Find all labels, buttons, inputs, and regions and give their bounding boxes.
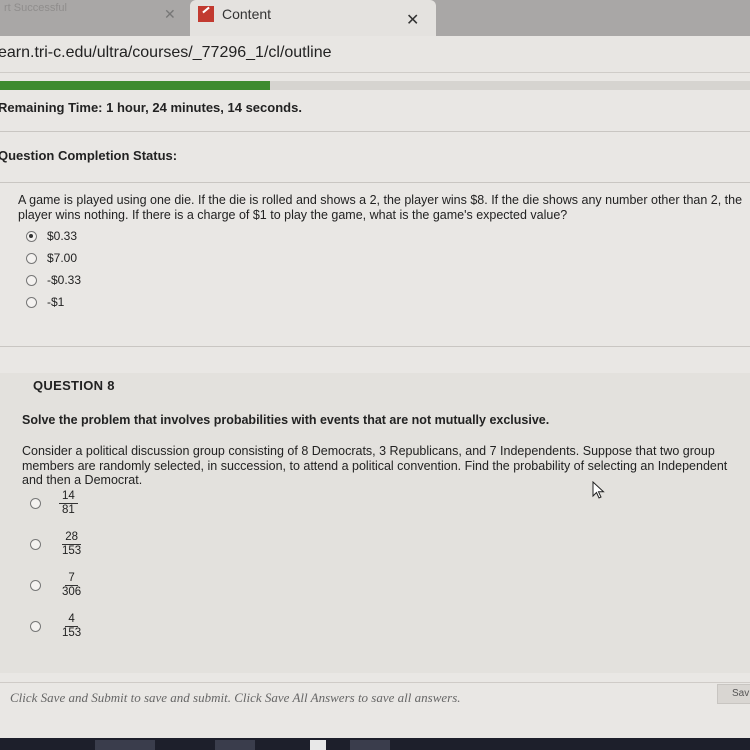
fraction-denominator: 153 <box>62 627 82 639</box>
fraction-numerator: 4 <box>65 613 78 627</box>
q8-option-3-radio[interactable] <box>30 580 41 591</box>
close-icon[interactable]: ✕ <box>406 10 419 30</box>
q7-option-3-radio[interactable] <box>26 274 37 286</box>
q8-option-4-radio[interactable] <box>30 621 41 632</box>
q7-option-2-label: $7.00 <box>47 251 78 265</box>
fraction-denominator: 153 <box>62 545 82 557</box>
remaining-time: Remaining Time: 1 hour, 24 minutes, 14 s… <box>0 100 302 115</box>
q7-option-2-radio[interactable] <box>26 252 37 264</box>
q7-option-4[interactable]: -$1 <box>26 295 64 309</box>
q8-option-2-fraction: 28 153 <box>59 531 84 558</box>
q8-option-1-radio[interactable] <box>30 498 41 509</box>
divider <box>0 682 750 683</box>
close-icon[interactable]: ✕ <box>164 6 176 23</box>
remaining-time-value: 1 hour, 24 minutes, 14 seconds. <box>106 100 302 115</box>
submit-instructions: Click Save and Submit to save and submit… <box>10 690 461 705</box>
save-all-answers-button[interactable]: Sav <box>717 684 750 704</box>
q8-option-4-fraction: 4 153 <box>59 613 84 640</box>
completion-status: Question Completion Status: <box>0 148 178 163</box>
q7-option-1-radio[interactable] <box>26 230 37 242</box>
q7-option-4-radio[interactable] <box>26 296 37 308</box>
q7-option-3[interactable]: -$0.33 <box>26 273 81 287</box>
fraction-numerator: 7 <box>65 572 78 586</box>
divider <box>0 131 750 132</box>
tab-content[interactable]: Content ✕ <box>190 0 436 36</box>
q8-option-3-fraction: 7 306 <box>59 572 84 599</box>
address-bar[interactable]: earn.tri-c.edu/ultra/courses/_77296_1/cl… <box>0 36 750 73</box>
test-progress-fill <box>0 81 270 90</box>
os-taskbar <box>0 738 750 750</box>
q8-option-2[interactable]: 28 153 <box>30 531 84 558</box>
q8-option-1-fraction: 14 81 <box>59 490 78 517</box>
fraction-denominator: 306 <box>62 586 82 598</box>
tab-previous[interactable]: rt Successful ✕ <box>0 0 190 30</box>
taskbar-item[interactable] <box>215 740 255 750</box>
question-8-text: Consider a political discussion group co… <box>22 444 728 487</box>
blackboard-favicon-icon <box>198 6 214 22</box>
q8-option-3[interactable]: 7 306 <box>30 572 84 599</box>
taskbar-item[interactable] <box>350 740 390 750</box>
q8-option-4[interactable]: 4 153 <box>30 613 84 640</box>
q7-option-1-label: $0.33 <box>47 229 78 243</box>
q8-option-1[interactable]: 14 81 <box>30 490 78 517</box>
fraction-numerator: 28 <box>62 531 81 545</box>
divider <box>0 346 750 347</box>
taskbar-item[interactable] <box>95 740 155 750</box>
question-8-instruction: Solve the problem that involves probabil… <box>22 413 550 427</box>
question-8-title: QUESTION 8 <box>33 378 115 393</box>
url-text[interactable]: earn.tri-c.edu/ultra/courses/_77296_1/cl… <box>0 44 332 62</box>
taskbar-item[interactable] <box>310 740 326 750</box>
tab-previous-label: rt Successful <box>4 2 67 14</box>
fraction-numerator: 14 <box>59 490 78 504</box>
question-7-text: A game is played using one die. If the d… <box>18 193 743 222</box>
q7-option-2[interactable]: $7.00 <box>26 251 77 265</box>
browser-tab-bar: rt Successful ✕ Content ✕ <box>0 0 750 36</box>
q8-option-2-radio[interactable] <box>30 539 41 550</box>
divider <box>0 182 750 183</box>
remaining-time-label: Remaining Time: <box>0 100 103 115</box>
test-progress-bar <box>0 81 750 90</box>
q7-option-4-label: -$1 <box>47 295 65 309</box>
fraction-denominator: 81 <box>62 504 75 516</box>
q7-option-3-label: -$0.33 <box>47 273 82 287</box>
mouse-pointer-icon <box>592 481 605 499</box>
tab-content-label: Content <box>222 6 272 22</box>
q7-option-1[interactable]: $0.33 <box>26 229 77 243</box>
